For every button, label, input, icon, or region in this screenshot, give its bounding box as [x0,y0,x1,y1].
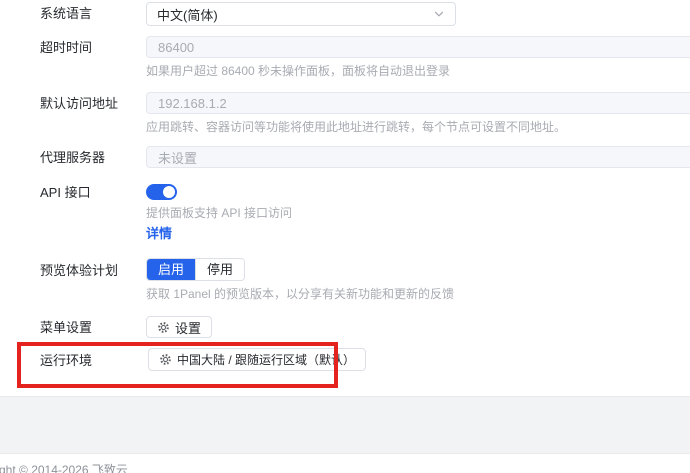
proxy-server-input [146,146,690,168]
timeout-input [146,36,690,58]
default-address-input [146,92,690,114]
menu-settings-button[interactable]: 设置 [146,316,212,338]
menu-settings-label: 菜单设置 [40,321,92,335]
preview-enable-button[interactable]: 启用 [147,259,195,280]
system-language-select[interactable]: 中文(简体) [146,2,456,26]
settings-panel: 系统语言 中文(简体) 超时时间 如果用户超过 86400 秒未操作面板，面板将… [0,0,690,473]
api-toggle-knob [163,186,175,198]
preview-plan-helper: 获取 1Panel 的预览版本，以分享有关新功能和更新的反馈 [146,288,454,301]
timeout-helper: 如果用户超过 86400 秒未操作面板，面板将自动退出登录 [146,65,450,78]
runtime-env-label: 运行环境 [40,354,92,368]
gear-icon [157,321,170,334]
api-toggle[interactable] [146,184,177,200]
api-details-link[interactable]: 详情 [146,227,172,240]
menu-settings-button-label: 设置 [175,318,201,337]
runtime-env-button-label: 中国大陆 / 跟随运行区域（默认） [177,351,355,368]
api-helper: 提供面板支持 API 接口访问 [146,207,292,220]
proxy-server-label: 代理服务器 [40,151,105,165]
default-address-helper: 应用跳转、容器访问等功能将使用此地址进行跳转，每个节点可设置不同地址。 [146,121,566,134]
system-language-label: 系统语言 [40,7,92,21]
preview-disable-button[interactable]: 停用 [195,259,244,280]
timeout-label: 超时时间 [40,41,92,55]
footer-band [0,396,690,454]
default-address-label: 默认访问地址 [40,97,118,111]
chevron-down-icon [433,8,445,20]
preview-plan-segmented-control: 启用 停用 [146,258,245,281]
runtime-env-button[interactable]: 中国大陆 / 跟随运行区域（默认） [148,348,366,371]
system-language-value: 中文(简体) [157,5,218,24]
copyright-text: ght © 2014-2026 飞致云 [0,461,128,473]
gear-icon [159,353,172,366]
api-label: API 接口 [40,186,91,200]
preview-plan-label: 预览体验计划 [40,264,118,278]
